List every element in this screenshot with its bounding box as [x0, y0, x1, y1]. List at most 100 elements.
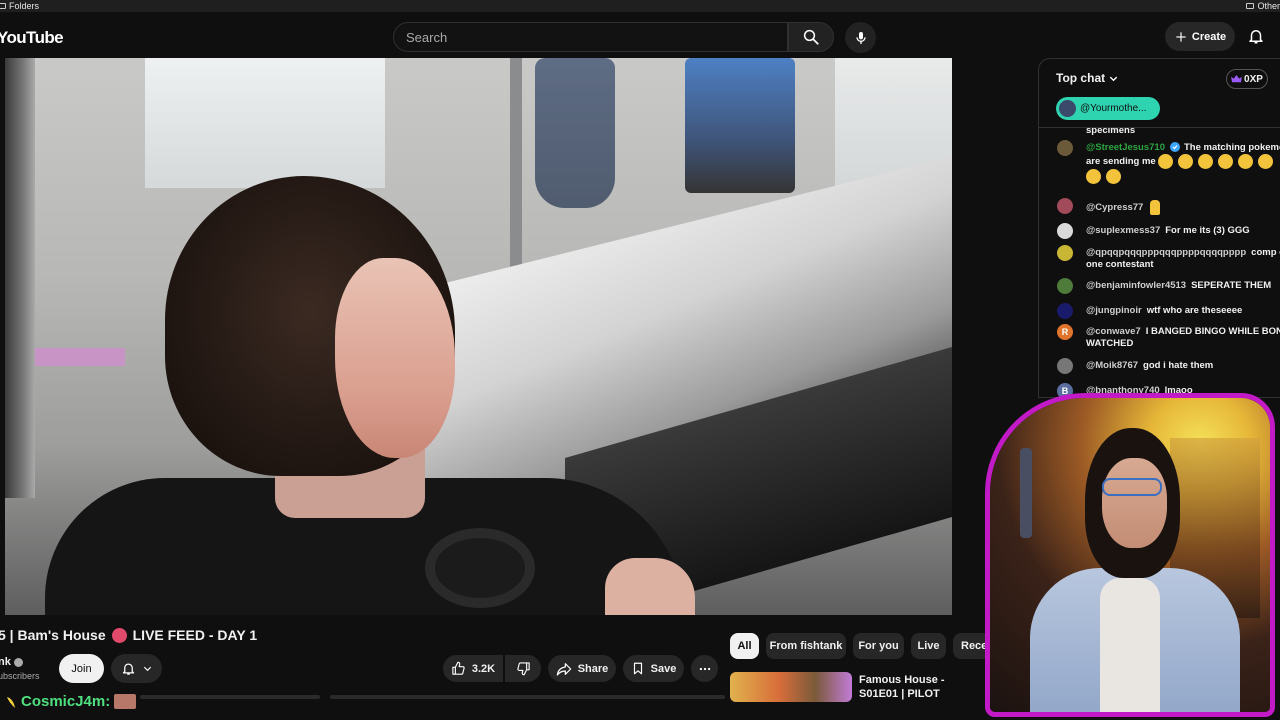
banana-icon [7, 696, 15, 708]
save-label: Save [650, 662, 677, 675]
chat-message-text: For me its (3) GGG [1165, 225, 1250, 236]
youtube-live-page: Folders Other YouTube Create [0, 0, 1280, 720]
verified-badge-icon [1169, 142, 1180, 153]
laughing-emoji-icon [1086, 169, 1101, 184]
chip-live[interactable]: Live [911, 633, 946, 659]
search-icon [803, 29, 819, 45]
search-button[interactable] [788, 22, 834, 52]
share-button[interactable]: Share [548, 655, 616, 682]
avatar [1057, 140, 1073, 156]
video-player[interactable] [5, 58, 952, 615]
bookmark-folders[interactable]: Folders [0, 0, 39, 12]
folder-icon [1246, 3, 1255, 9]
bookmark-other-label: Other [1257, 1, 1280, 11]
recommendation-thumbnail[interactable] [730, 672, 852, 702]
video-window [145, 58, 385, 188]
peace-hand-emoji-icon [1150, 200, 1161, 215]
chat-mode-label: Top chat [1056, 71, 1106, 85]
chat-message-body: @qpqqpqqqpppqqqppppqqqqppppcomp of one c… [1086, 247, 1280, 271]
streamer-webcam-overlay [985, 393, 1275, 717]
video-title-suffix: LIVE FEED - DAY 1 [132, 627, 258, 643]
video-background-person [685, 58, 795, 193]
channel-name-text: nk [0, 656, 11, 668]
pinned-user: @Yourmothe... [1080, 103, 1147, 114]
bell-icon [1249, 30, 1263, 44]
chevron-down-icon [143, 666, 151, 672]
folder-icon [0, 3, 6, 9]
chip-all[interactable]: All [730, 633, 759, 659]
subscription-notifications-button[interactable] [111, 654, 162, 683]
xp-badge[interactable]: 0XP [1226, 69, 1268, 89]
webcam-microphone [1020, 448, 1032, 538]
webcam-person-face [1102, 458, 1167, 548]
create-label: Create [1191, 30, 1227, 43]
subscriber-count: ubscribers [0, 671, 40, 681]
masthead: YouTube Create [0, 12, 1280, 60]
microphone-icon [855, 31, 866, 44]
laughing-emoji-icon [1238, 154, 1254, 169]
avatar [1057, 198, 1073, 214]
avatar [1057, 303, 1073, 319]
chat-message-text: wtf who are theseeee [1146, 305, 1243, 316]
bell-icon [122, 663, 134, 675]
chat-author[interactable]: @conwave7 [1086, 326, 1141, 337]
laughing-emoji-icon [1178, 154, 1194, 169]
crown-icon [1231, 74, 1242, 82]
laughing-emoji-icon [1198, 154, 1214, 169]
bookmark-icon [633, 662, 642, 675]
chat-author[interactable]: @StreetJesus710 [1086, 142, 1165, 153]
recommendation-title[interactable]: Famous House - S01E01 | PILOT [859, 673, 984, 701]
chat-author[interactable]: @Cypress77 [1086, 202, 1143, 213]
chat-mode-dropdown[interactable]: Top chat [1056, 71, 1119, 85]
chat-message-body: @suplexmess37 For me its (3) GGG [1086, 225, 1280, 237]
live-indicator-icon [111, 627, 127, 643]
bookmark-folders-label: Folders [9, 1, 40, 11]
chat-author[interactable]: @benjaminfowler4513 [1086, 280, 1186, 291]
search-input[interactable] [394, 23, 787, 51]
overlay-bar-segment [140, 695, 320, 699]
chat-author[interactable]: @jungpinoir [1086, 305, 1142, 316]
chat-message-body: @conwave7I BANGED BINGO WHILE BONGO WATC… [1086, 326, 1280, 350]
thumbs-up-icon [452, 661, 465, 675]
laughing-emoji-icon [1158, 154, 1174, 169]
laughing-emoji-icon [1258, 154, 1274, 169]
avatar [1059, 100, 1076, 117]
youtube-logo[interactable]: YouTube [0, 28, 64, 48]
avatar [1057, 245, 1073, 261]
notifications-button[interactable] [1244, 24, 1268, 48]
thumbs-down-icon [516, 662, 530, 676]
join-button[interactable]: Join [59, 654, 104, 683]
avatar [1057, 223, 1073, 239]
save-button[interactable]: Save [623, 655, 684, 682]
chat-author[interactable]: @qpqqpqqqpppqqqppppqqqqpppp [1086, 247, 1246, 258]
stream-chat-overlay: CosmicJ4m: [5, 693, 137, 710]
chat-author[interactable]: @Moik8767 [1086, 360, 1138, 371]
like-count: 3.2K [471, 662, 496, 675]
chat-message-body: @Moik8767 god i hate them [1086, 360, 1280, 372]
chat-message-list[interactable]: specimens @StreetJesus710 The matching po… [1039, 128, 1280, 397]
avatar [1057, 358, 1073, 374]
chat-message-text: god i hate them [1143, 360, 1214, 371]
like-button[interactable]: 3.2K [443, 655, 503, 682]
emote-icon [114, 694, 137, 709]
share-icon [556, 662, 571, 676]
chat-author[interactable]: @suplexmess37 [1086, 225, 1160, 236]
stream-chat-username: CosmicJ4m: [21, 693, 111, 710]
video-pole [510, 58, 522, 298]
video-headphones [425, 528, 535, 608]
chip-from-fishtank[interactable]: From fishtank [766, 633, 846, 659]
chat-message-text: specimens [1086, 128, 1136, 136]
channel-name[interactable]: nk [0, 656, 23, 668]
video-person-face [335, 258, 455, 458]
bookmark-other[interactable]: Other [1246, 0, 1280, 12]
pinned-donation-chip[interactable]: @Yourmothe... [1056, 97, 1160, 120]
chat-message-text: SEPERATE THEM [1191, 280, 1272, 291]
bookmarks-bar: Folders Other [0, 0, 1280, 12]
dislike-button[interactable] [505, 655, 541, 682]
create-button[interactable]: Create [1165, 22, 1235, 51]
live-chat-panel: Top chat 0XP @Yourmothe... specimens @St… [1038, 58, 1280, 398]
webcam-person-shirt [1100, 578, 1160, 712]
more-actions-button[interactable] [691, 655, 718, 682]
chip-for-you[interactable]: For you [853, 633, 904, 659]
voice-search-button[interactable] [845, 22, 876, 53]
